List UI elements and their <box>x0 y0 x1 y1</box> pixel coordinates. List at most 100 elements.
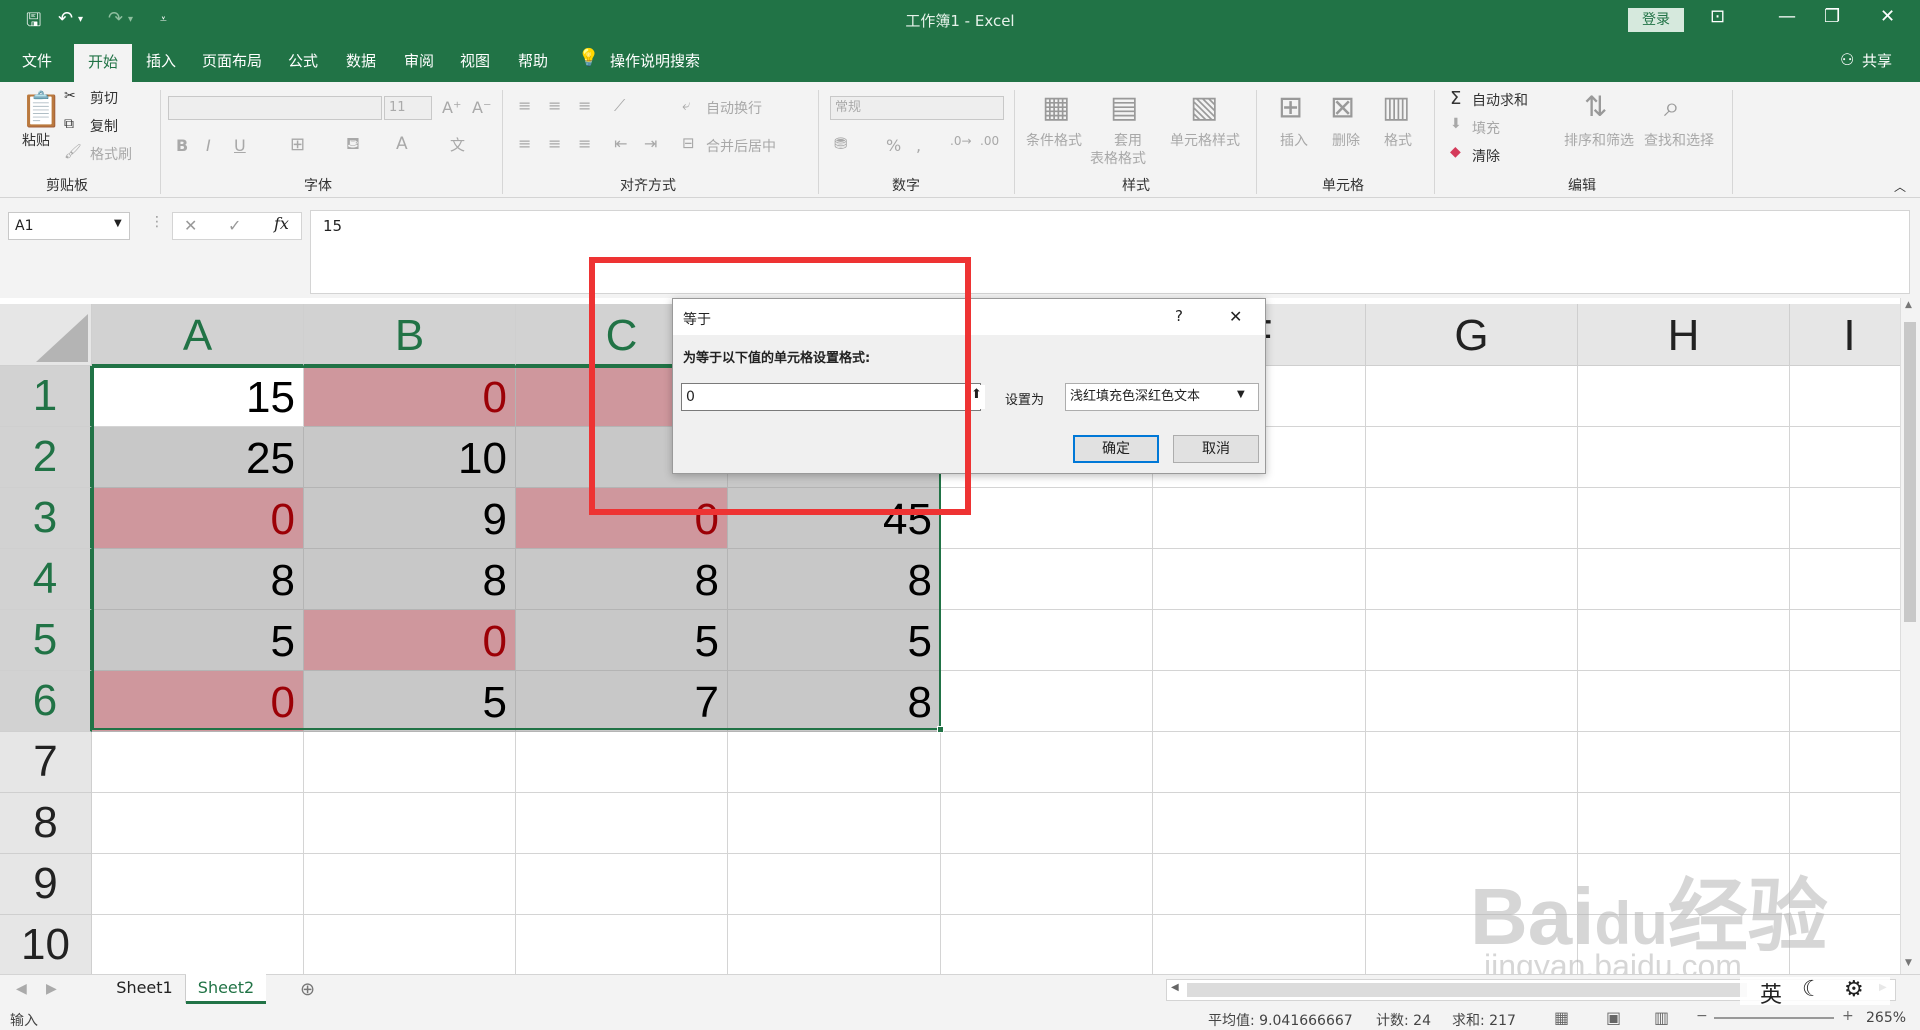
fill-button[interactable]: 填充 <box>1472 118 1500 138</box>
cell-f10[interactable] <box>1153 915 1366 974</box>
ime-moon-icon[interactable]: ☾ <box>1802 977 1822 1002</box>
percent-icon[interactable]: % <box>886 136 901 155</box>
delete-cells-button[interactable]: 删除 <box>1332 130 1360 150</box>
page-layout-view-icon[interactable]: ▣ <box>1606 1008 1621 1027</box>
row-header-8[interactable]: 8 <box>0 793 92 854</box>
cell-f7[interactable] <box>1153 732 1366 793</box>
cell-g5[interactable] <box>1366 610 1578 671</box>
cell-e4[interactable] <box>941 549 1153 610</box>
cut-button[interactable]: 剪切 <box>90 88 118 108</box>
decrease-font-icon[interactable]: A⁻ <box>472 98 491 117</box>
accounting-icon[interactable]: ⛃ <box>834 134 847 153</box>
sheet-tab-sheet2[interactable]: Sheet2 <box>186 974 266 1004</box>
cell-f8[interactable] <box>1153 793 1366 854</box>
number-format-select[interactable]: 常规 <box>830 96 1004 120</box>
insert-cells-icon[interactable]: ⊞ <box>1278 90 1303 125</box>
row-header-7[interactable]: 7 <box>0 732 92 793</box>
cell-c10[interactable] <box>516 915 728 974</box>
increase-decimal-icon[interactable]: .0→ <box>950 134 972 148</box>
select-all-corner[interactable] <box>0 304 92 366</box>
restore-icon[interactable]: ❐ <box>1824 6 1840 27</box>
font-color-icon[interactable]: A <box>396 134 408 154</box>
cell-f5[interactable] <box>1153 610 1366 671</box>
sheet-tab-sheet1[interactable]: Sheet1 <box>104 975 186 1003</box>
cell-d7[interactable] <box>728 732 941 793</box>
prev-sheet-icon[interactable]: ◀ <box>16 981 27 997</box>
cell-i1[interactable] <box>1790 366 1900 427</box>
wrap-text-icon[interactable]: ⤶ <box>682 96 690 114</box>
cell-i2[interactable] <box>1790 427 1900 488</box>
cell-e3[interactable] <box>941 488 1153 549</box>
cell-g6[interactable] <box>1366 671 1578 732</box>
insert-cells-button[interactable]: 插入 <box>1280 130 1308 150</box>
fill-icon[interactable]: ⬇ <box>1450 116 1462 132</box>
dialog-help-button[interactable]: ? <box>1175 307 1183 325</box>
cell-f6[interactable] <box>1153 671 1366 732</box>
cell-h4[interactable] <box>1578 549 1790 610</box>
cell-g3[interactable] <box>1366 488 1578 549</box>
close-window-icon[interactable]: ✕ <box>1880 6 1895 27</box>
wrap-text-button[interactable]: 自动换行 <box>706 98 762 118</box>
cell-i8[interactable] <box>1790 793 1900 854</box>
next-sheet-icon[interactable]: ▶ <box>46 981 57 997</box>
cell-a9[interactable] <box>92 854 304 915</box>
tell-me-search[interactable]: 操作说明搜索 <box>610 50 700 71</box>
cell-d4[interactable]: 8 <box>728 549 941 610</box>
zoom-slider[interactable] <box>1714 1017 1834 1019</box>
align-left-icon[interactable]: ≡ <box>518 134 531 153</box>
cell-a10[interactable] <box>92 915 304 974</box>
cell-e8[interactable] <box>941 793 1153 854</box>
cell-g4[interactable] <box>1366 549 1578 610</box>
increase-font-icon[interactable]: A⁺ <box>442 98 461 117</box>
cell-b10[interactable] <box>304 915 516 974</box>
ok-button[interactable]: 确定 <box>1073 435 1159 463</box>
cell-i6[interactable] <box>1790 671 1900 732</box>
find-select-icon[interactable]: ⌕ <box>1664 90 1680 124</box>
cell-d8[interactable] <box>728 793 941 854</box>
sort-filter-button[interactable]: 排序和筛选 <box>1564 130 1634 150</box>
italic-icon[interactable]: I <box>206 136 211 155</box>
hscroll-thumb[interactable] <box>1187 983 1747 997</box>
cell-g2[interactable] <box>1366 427 1578 488</box>
cell-a8[interactable] <box>92 793 304 854</box>
align-center-icon[interactable]: ≡ <box>548 134 561 153</box>
tab-view[interactable]: 视图 <box>460 50 490 71</box>
orientation-icon[interactable]: ⟋ <box>614 96 625 116</box>
conditional-format-button[interactable]: 条件格式 <box>1026 130 1082 150</box>
cell-c6[interactable]: 7 <box>516 671 728 732</box>
cell-c9[interactable] <box>516 854 728 915</box>
column-header-b[interactable]: B <box>304 304 516 366</box>
cell-h7[interactable] <box>1578 732 1790 793</box>
cell-c4[interactable]: 8 <box>516 549 728 610</box>
autosum-icon[interactable]: Σ <box>1450 88 1461 109</box>
cell-b3[interactable]: 9 <box>304 488 516 549</box>
font-size-select[interactable]: 11 <box>384 96 432 120</box>
login-button[interactable]: 登录 <box>1628 8 1684 32</box>
underline-icon[interactable]: U <box>234 136 246 155</box>
cell-b7[interactable] <box>304 732 516 793</box>
delete-cells-icon[interactable]: ⊠ <box>1330 90 1355 125</box>
border-icon[interactable]: ⊞ <box>290 134 305 155</box>
tab-page-layout[interactable]: 页面布局 <box>202 50 262 71</box>
cell-h2[interactable] <box>1578 427 1790 488</box>
tab-review[interactable]: 审阅 <box>404 50 434 71</box>
tab-help[interactable]: 帮助 <box>518 50 548 71</box>
cell-a7[interactable] <box>92 732 304 793</box>
cell-a4[interactable]: 8 <box>92 549 304 610</box>
paste-button[interactable]: 粘贴 <box>22 130 50 150</box>
cell-a5[interactable]: 5 <box>92 610 304 671</box>
scroll-up-icon[interactable]: ▲ <box>1905 300 1912 310</box>
fill-color-icon[interactable]: ⛾ <box>346 134 360 156</box>
cell-b4[interactable]: 8 <box>304 549 516 610</box>
tab-file[interactable]: 文件 <box>22 50 52 71</box>
copy-button[interactable]: 复制 <box>90 116 118 136</box>
format-as-table-button[interactable]: 套用 <box>1114 130 1142 150</box>
cell-e5[interactable] <box>941 610 1153 671</box>
cell-i7[interactable] <box>1790 732 1900 793</box>
cell-b8[interactable] <box>304 793 516 854</box>
cell-g8[interactable] <box>1366 793 1578 854</box>
cell-c8[interactable] <box>516 793 728 854</box>
row-header-4[interactable]: 4 <box>0 549 92 610</box>
cell-i5[interactable] <box>1790 610 1900 671</box>
cell-b1[interactable]: 0 <box>304 366 516 427</box>
